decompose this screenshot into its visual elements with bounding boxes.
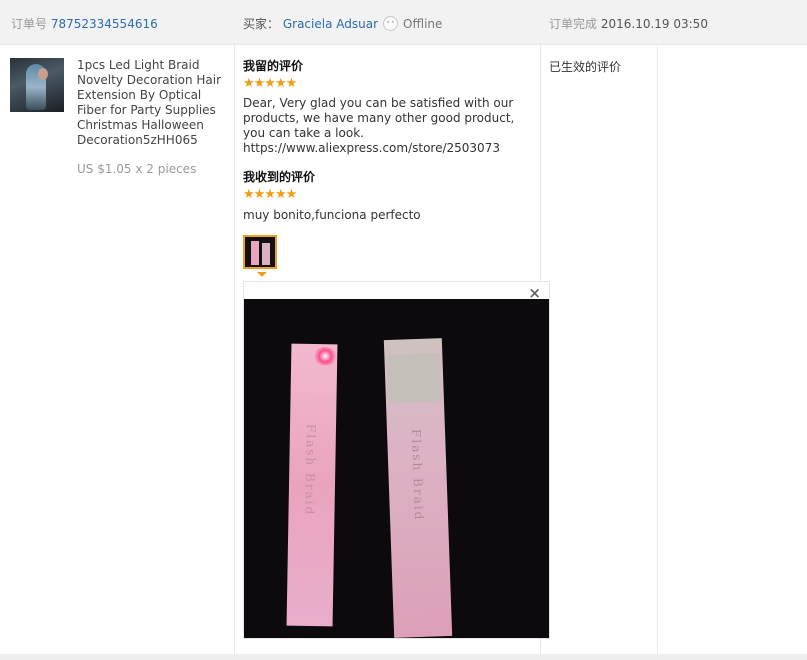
buyer-group: 买家： Graciela Adsuar Offline [243,15,442,32]
received-rating-stars-icon: ★★★★★ [243,187,297,202]
order-complete-time: 2016.10.19 03:50 [600,17,708,31]
order-number-link[interactable]: 78752334554616 [51,17,158,31]
order-complete-label: 订单完成 [549,17,598,31]
photo-preview-panel: × Flash Braid Flash Braid [243,281,550,639]
offline-status-icon [383,16,399,31]
received-review-text: muy bonito,funciona perfecto [243,208,421,222]
product-title-link[interactable]: 1pcs Led Light Braid Novelty Decoration … [77,58,227,148]
review-photo-large: Flash Braid Flash Braid [244,299,549,638]
order-complete-group: 订单完成 2016.10.19 03:50 [549,15,708,32]
column-divider [234,45,235,654]
order-number-label: 订单号 [11,17,48,31]
buyer-name-link[interactable]: Graciela Adsuar [283,17,378,31]
order-number-group: 订单号 78752334554616 [11,15,158,32]
my-review-text: Dear, Very glad you can be satisfied wit… [243,96,515,155]
product-price: US $1.05 x 2 pieces [77,162,197,176]
review-photo-thumbnail[interactable] [243,235,277,269]
review-column: 我留的评价 ★★★★★ Dear, Very glad you can be s… [243,58,533,223]
buyer-status: Offline [403,17,443,31]
braid-package-left: Flash Braid [286,343,338,627]
review-status: 已生效的评价 [549,60,622,74]
product-thumbnail[interactable] [10,58,64,112]
buyer-label: 买家： [243,17,280,31]
column-divider [657,45,658,654]
order-header: 订单号 78752334554616 买家： Graciela Adsuar Of… [0,0,807,45]
thumbnail-pointer-icon [257,272,267,277]
braid-package-right: Flash Braid [383,338,453,638]
received-review-title: 我收到的评价 [243,170,316,184]
my-rating-stars-icon: ★★★★★ [243,76,297,91]
my-review-title: 我留的评价 [243,59,304,73]
bottom-divider [0,654,807,660]
